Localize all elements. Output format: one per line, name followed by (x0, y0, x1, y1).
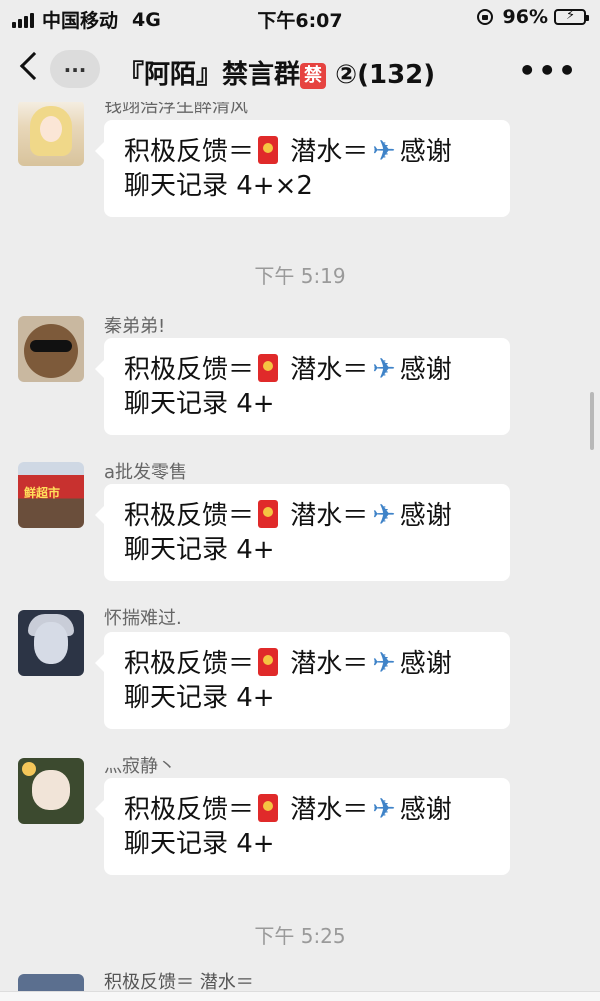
message-bubble[interactable]: 积极反馈＝ 潜水＝ ✈ 感谢 聊天记录 4+ (95, 484, 510, 581)
message-text: 聊天记录 4+×2 (124, 171, 313, 201)
message-bubble[interactable]: 积极反馈＝ 潜水＝ ✈ 感谢 聊天记录 4+×2 (95, 120, 510, 217)
message-text: 积极反馈＝ (124, 649, 255, 679)
message-text: 感谢 (399, 355, 452, 385)
status-bar: 中国移动 4G 下午6:07 96% ⚡ (0, 0, 600, 36)
airplane-emoji-icon: ✈ (372, 352, 396, 385)
airplane-emoji-icon: ✈ (372, 134, 396, 167)
red-packet-emoji-icon (258, 500, 279, 528)
more-options-button[interactable]: ••• (518, 54, 578, 87)
message-text: 聊天记录 4+ (124, 683, 275, 713)
airplane-emoji-icon: ✈ (372, 498, 396, 531)
chevron-left-icon[interactable] (19, 51, 49, 81)
sender-name: 秦弟弟! (104, 316, 166, 337)
avatar-sign-text: 鲜超市 (24, 486, 61, 500)
rotation-lock-icon (476, 9, 493, 25)
red-packet-emoji-icon (258, 354, 279, 382)
message-bubble[interactable]: 积极反馈＝ 潜水＝ ✈ 感谢 聊天记录 4+ (95, 778, 510, 875)
unread-indicator-button[interactable]: ... (50, 50, 100, 88)
message-text: 感谢 (399, 501, 452, 531)
input-bar-edge (0, 991, 600, 1001)
message-text: 聊天记录 4+ (124, 389, 275, 419)
avatar[interactable] (18, 610, 84, 676)
message-bubble[interactable]: 积极反馈＝ 潜水＝ ✈ 感谢 聊天记录 4+ (95, 632, 510, 729)
message-text: 感谢 (399, 649, 452, 679)
chat-title-count: ②(132) (335, 60, 436, 90)
message-bubble[interactable]: 积极反馈＝ 潜水＝ ✈ 感谢 聊天记录 4+ (95, 338, 510, 435)
message-text: 潜水＝ (282, 137, 369, 167)
red-packet-emoji-icon (258, 794, 279, 822)
chat-message-list[interactable]: 钱翊浩浮生醉清风 积极反馈＝ 潜水＝ ✈ 感谢 聊天记录 4+×2 下午 5:19 … (0, 102, 600, 1001)
scrollbar[interactable] (590, 392, 594, 450)
ban-badge-icon: 禁 (300, 63, 327, 89)
sender-name: 怀揣难过. (104, 608, 182, 629)
message-text: 积极反馈＝ (124, 355, 255, 385)
message-text: 感谢 (399, 137, 452, 167)
status-right: 96% ⚡ (476, 6, 589, 28)
avatar[interactable]: 鲜超市 (18, 462, 84, 528)
message-text: 积极反馈＝ (124, 795, 255, 825)
message-text: 聊天记录 4+ (124, 829, 275, 859)
message-text: 潜水＝ (282, 795, 369, 825)
red-packet-emoji-icon (258, 136, 279, 164)
message-text: 聊天记录 4+ (124, 535, 275, 565)
avatar[interactable] (18, 758, 84, 824)
message-text: 潜水＝ (282, 501, 369, 531)
avatar[interactable] (18, 102, 84, 166)
chat-title-prefix: 『阿陌』禁言群 (118, 60, 301, 90)
sender-name: 灬寂静丶 (104, 756, 176, 777)
message-text: 潜水＝ (282, 649, 369, 679)
chat-title[interactable]: 『阿陌』禁言群禁 ②(132) (118, 54, 498, 91)
airplane-emoji-icon: ✈ (372, 646, 396, 679)
battery-icon: ⚡ (554, 8, 589, 25)
message-timestamp: 下午 5:25 (254, 924, 346, 948)
message-text: 潜水＝ (282, 355, 369, 385)
message-timestamp: 下午 5:19 (254, 264, 346, 288)
sender-name: a批发零售 (104, 462, 188, 483)
message-text: 积极反馈＝ (124, 137, 255, 167)
sender-name: 钱翊浩浮生醉清风 (104, 102, 248, 117)
message-text: 积极反馈＝ (124, 501, 255, 531)
avatar[interactable] (18, 316, 84, 382)
message-text: 感谢 (399, 795, 452, 825)
airplane-emoji-icon: ✈ (372, 792, 396, 825)
chat-nav-bar: ... 『阿陌』禁言群禁 ②(132) ••• (0, 36, 600, 102)
red-packet-emoji-icon (258, 648, 279, 676)
battery-percent: 96% (502, 6, 548, 28)
